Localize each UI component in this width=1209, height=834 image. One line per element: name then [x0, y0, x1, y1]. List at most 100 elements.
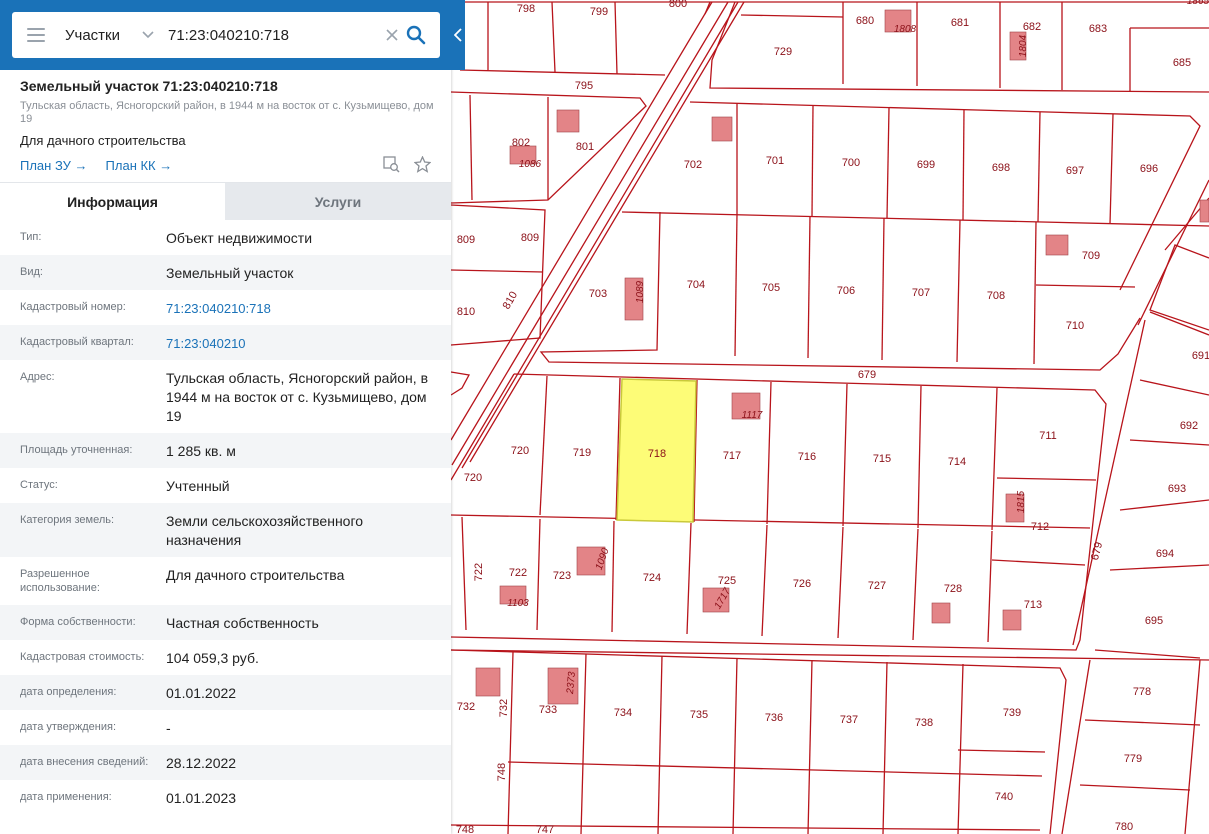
- cadastral-number-link[interactable]: 71:23:040210:718: [166, 299, 431, 316]
- map-label: 738: [915, 717, 933, 729]
- map-label: 702: [684, 159, 702, 171]
- info-row: дата внесения сведений: 28.12.2022: [0, 745, 451, 780]
- info-row: Разрешенное использование: Для дачного с…: [0, 557, 451, 605]
- info-row: Кадастровая стоимость: 104 059,3 руб.: [0, 640, 451, 675]
- map-label: 696: [1140, 163, 1158, 175]
- map-label: 739: [1003, 707, 1021, 719]
- map-label: 705: [762, 282, 780, 294]
- map-label: 719: [573, 447, 591, 459]
- row-label: Статус:: [20, 479, 58, 491]
- info-row: Тип: Объект недвижимости: [0, 220, 451, 255]
- map-label: 810: [501, 290, 521, 312]
- chevron-left-icon: [454, 28, 462, 42]
- parcel-address: Тульская область, Ясногорский район, в 1…: [20, 100, 434, 125]
- map-label: 1089: [635, 280, 646, 303]
- tab-information[interactable]: Информация: [0, 183, 225, 220]
- map-label: 712: [1031, 521, 1049, 533]
- map-label: 799: [590, 6, 608, 18]
- map-label: 1103: [507, 598, 529, 609]
- row-label: Кадастровый квартал:: [20, 336, 134, 348]
- map-label: 700: [842, 157, 860, 169]
- map-label: 720: [464, 472, 482, 484]
- close-icon[interactable]: [384, 27, 400, 43]
- map-label: 729: [774, 46, 792, 58]
- row-label: Форма собственности:: [20, 616, 136, 628]
- tab-services[interactable]: Услуги: [225, 183, 451, 220]
- menu-icon[interactable]: [27, 28, 45, 42]
- zoom-to-icon[interactable]: [383, 156, 400, 173]
- map-label: 727: [868, 580, 886, 592]
- map-label: 679: [858, 369, 876, 381]
- map-label: 694: [1156, 548, 1174, 560]
- map-label: 780: [1115, 821, 1133, 833]
- map-label: 717: [723, 450, 741, 462]
- panel-tabs: Информация Услуги: [0, 182, 451, 220]
- map-label: 748: [456, 824, 474, 834]
- search-box: Участки: [12, 12, 440, 58]
- map-label: 723: [553, 570, 571, 582]
- cadastral-quarter-link[interactable]: 71:23:040210: [166, 334, 431, 351]
- row-label: дата определения:: [20, 686, 117, 698]
- row-label: Кадастровая стоимость:: [20, 651, 145, 663]
- row-value: Для дачного строительства: [166, 567, 345, 583]
- map-label: 801: [576, 141, 594, 153]
- info-row: Площадь уточненная: 1 285 кв. м: [0, 433, 451, 468]
- map-label: 795: [575, 80, 593, 92]
- map-label: 679: [1089, 541, 1105, 562]
- collapse-panel-button[interactable]: [451, 0, 465, 70]
- map-label: 691: [1192, 350, 1209, 362]
- map-label: 718: [648, 448, 666, 460]
- map-label: 809: [457, 234, 475, 246]
- map-label: 736: [765, 712, 783, 724]
- map-label: 732: [498, 699, 510, 717]
- row-value: Тульская область, Ясногорский район, в 1…: [166, 370, 429, 424]
- map-label: 798: [517, 3, 535, 15]
- row-label: Площадь уточненная:: [20, 444, 133, 456]
- info-row: Адрес: Тульская область, Ясногорский рай…: [0, 360, 451, 433]
- map-label: 733: [539, 704, 557, 716]
- info-panel: Земельный участок 71:23:040210:718 Тульс…: [0, 0, 451, 834]
- map-label: 1117: [742, 410, 763, 421]
- chevron-down-icon[interactable]: [142, 29, 154, 41]
- search-input[interactable]: [168, 26, 368, 44]
- info-row: Категория земель: Земли сельскохозяйстве…: [0, 503, 451, 557]
- map-label: 734: [614, 707, 632, 719]
- map-label: 779: [1124, 753, 1142, 765]
- search-icon[interactable]: [406, 25, 426, 45]
- row-value: 28.12.2022: [166, 755, 237, 771]
- row-label: Кадастровый номер:: [20, 301, 126, 313]
- row-value: Земельный участок: [166, 265, 294, 281]
- map-label: 1815: [1016, 490, 1027, 513]
- search-type-select[interactable]: Участки: [65, 27, 120, 44]
- map-label: 692: [1180, 420, 1198, 432]
- info-table: Тип: Объект недвижимости Вид: Земельный …: [0, 220, 451, 815]
- info-row: дата применения: 01.01.2023: [0, 780, 451, 815]
- map-label: 735: [690, 709, 708, 721]
- map-label: 740: [995, 791, 1013, 803]
- row-value: 01.01.2022: [166, 685, 237, 701]
- header-actions: [369, 155, 432, 173]
- map-label: 709: [1082, 250, 1100, 262]
- row-label: Тип:: [20, 231, 42, 243]
- map-label: 715: [873, 453, 891, 465]
- info-row: дата определения: 01.01.2022: [0, 675, 451, 710]
- row-value: 1 285 кв. м: [166, 443, 236, 459]
- app-root: 798 799 800 680 1808 681 682 1804 683 72…: [0, 0, 1209, 834]
- map-label: 809: [521, 232, 539, 244]
- plan-zu-link[interactable]: План ЗУ →: [20, 158, 88, 173]
- plan-kk-link[interactable]: План КК →: [106, 158, 173, 173]
- row-label: Разрешенное использование:: [20, 568, 100, 594]
- star-icon[interactable]: [413, 155, 432, 173]
- map-label: 697: [1066, 165, 1084, 177]
- map-label: 810: [457, 306, 475, 318]
- row-value: 104 059,3 руб.: [166, 650, 259, 666]
- map-label: 693: [1168, 483, 1186, 495]
- map-label: 681: [951, 17, 969, 29]
- map-label: 680: [856, 15, 874, 27]
- info-row: Форма собственности: Частная собственнос…: [0, 605, 451, 640]
- row-value: 01.01.2023: [166, 790, 237, 806]
- map-label: 748: [496, 763, 508, 781]
- map-label: 1086: [519, 159, 542, 170]
- map-label: 716: [798, 451, 816, 463]
- row-value: Земли сельскохозяйственного назначения: [166, 513, 364, 548]
